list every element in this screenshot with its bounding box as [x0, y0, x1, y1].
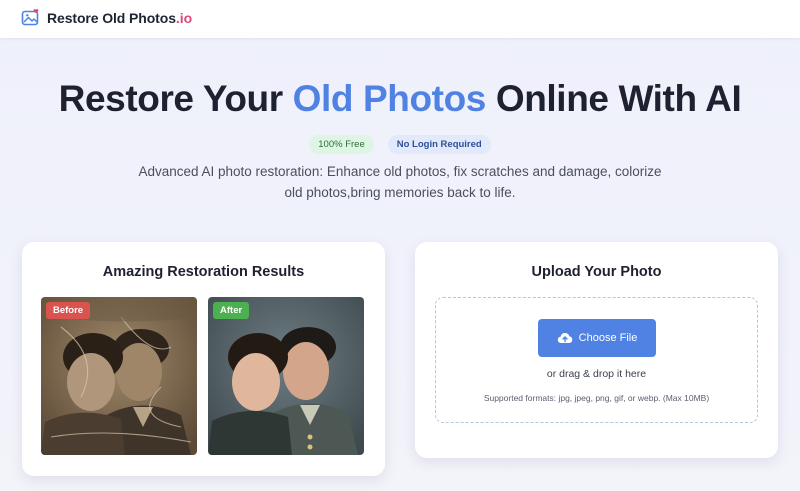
before-photo-image [41, 297, 197, 455]
upload-title: Upload Your Photo [531, 264, 662, 280]
brand-tld: .io [175, 10, 193, 26]
photo-heart-icon [21, 8, 41, 28]
after-tag: After [213, 302, 250, 319]
before-photo: Before [41, 297, 197, 455]
choose-file-button[interactable]: Choose File [538, 319, 656, 357]
brand-logo-link[interactable]: Restore Old Photos .io [21, 8, 192, 28]
drag-drop-text: or drag & drop it here [546, 368, 647, 380]
hero-title-post: Online With AI [485, 78, 742, 119]
badge-free: 100% Free [309, 135, 374, 154]
brand-name: Restore Old Photos [47, 10, 176, 26]
cloud-upload-icon [557, 331, 573, 345]
after-photo-image [208, 297, 364, 455]
feature-badges: 100% Free No Login Required [0, 135, 800, 154]
upload-card: Upload Your Photo Choose File or drag & … [415, 242, 778, 458]
after-photo: After [208, 297, 364, 455]
choose-file-label: Choose File [578, 332, 638, 344]
hero-title-accent: Old Photos [292, 78, 487, 119]
before-tag: Before [46, 302, 91, 319]
hero-title-pre: Restore Your [58, 78, 293, 119]
results-card: Amazing Restoration Results Before After [22, 242, 385, 476]
supported-formats-text: Supported formats: jpg, jpeg, png, gif, … [483, 393, 710, 403]
badge-no-login: No Login Required [387, 135, 491, 154]
results-title: Amazing Restoration Results [102, 264, 305, 280]
hero-title: Restore Your Old Photos Online With AI [0, 78, 800, 120]
upload-dropzone[interactable]: Choose File or drag & drop it here Suppo… [435, 297, 758, 423]
top-navbar: Restore Old Photos .io [0, 0, 800, 38]
hero-subtitle: Advanced AI photo restoration: Enhance o… [138, 164, 662, 200]
